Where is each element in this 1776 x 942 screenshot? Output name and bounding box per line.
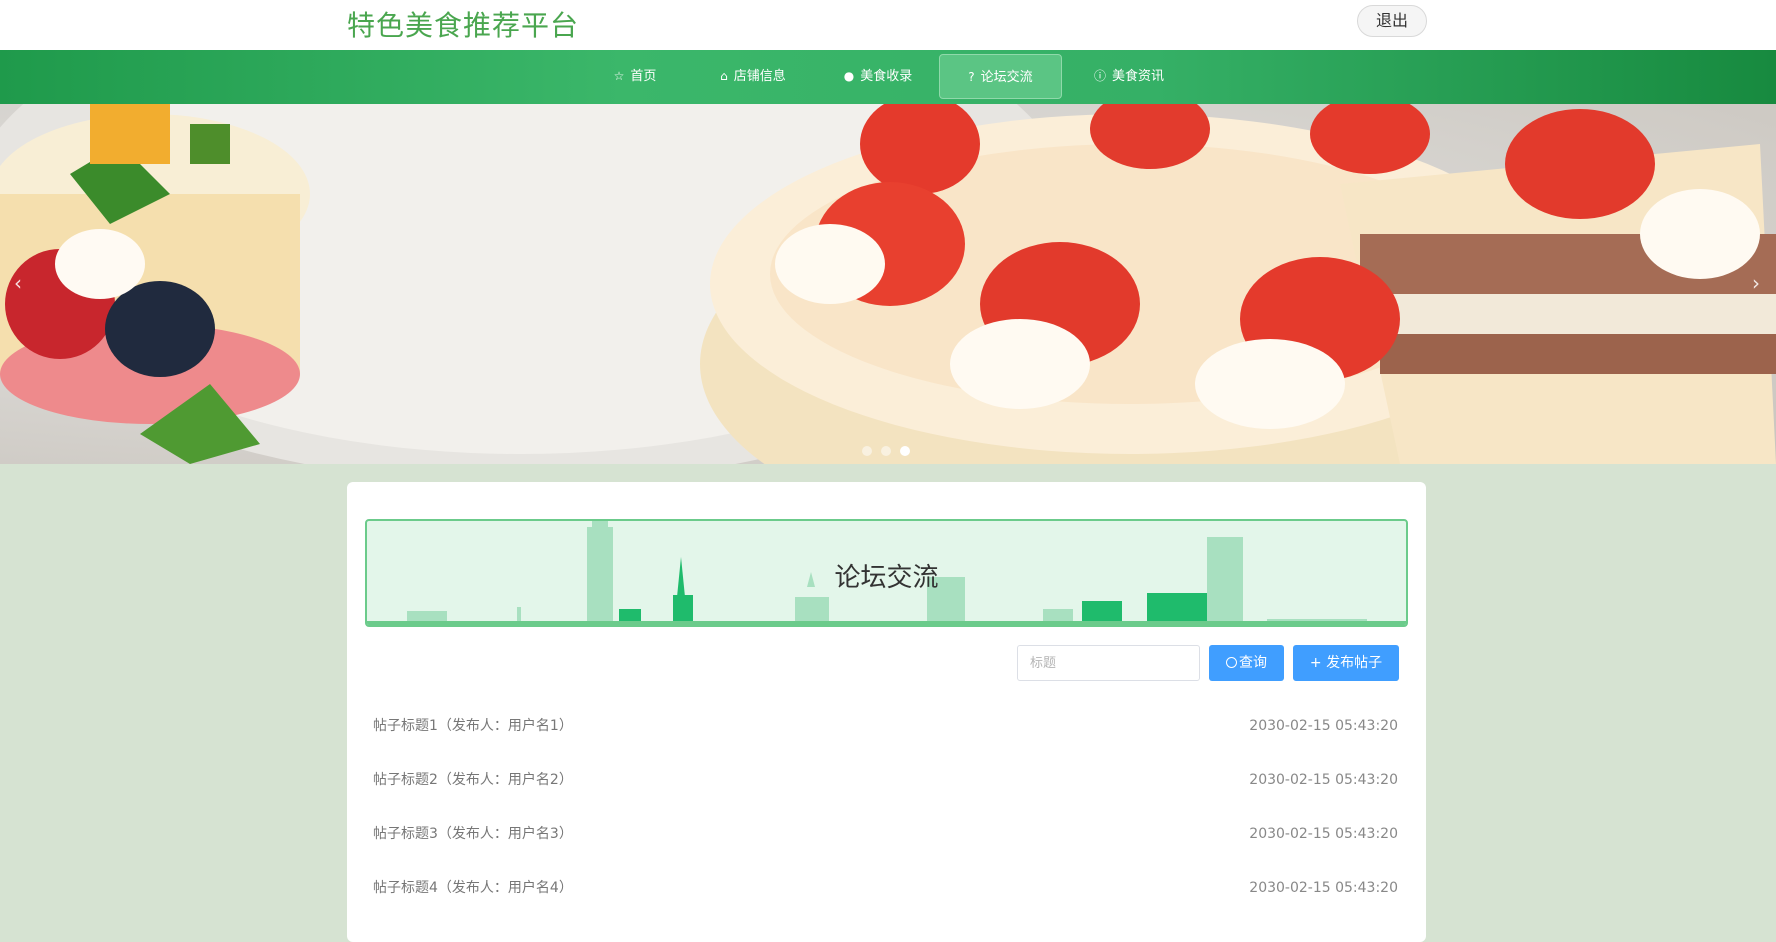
- banner-dot[interactable]: [881, 446, 891, 456]
- post-title[interactable]: 帖子标题4（发布人：用户名4）: [373, 879, 573, 897]
- banner-dot[interactable]: [862, 446, 872, 456]
- shop-icon: ⌂: [720, 69, 728, 83]
- question-circle-icon: ?: [968, 70, 975, 84]
- nav-item-forum[interactable]: ? 论坛交流: [939, 54, 1062, 99]
- post-list-item[interactable]: 帖子标题1（发布人：用户名1） 2030-02-15 05:43:20: [373, 717, 1398, 771]
- forum-card: 论坛交流 查询 + 发布帖子 帖子标题1（发布人：用户名1） 2030-02-1…: [347, 482, 1426, 942]
- post-time: 2030-02-15 05:43:20: [1249, 880, 1398, 896]
- post-title[interactable]: 帖子标题2（发布人：用户名2）: [373, 771, 573, 789]
- nav-item-food-collection[interactable]: ● 美食收录: [833, 54, 923, 99]
- post-title[interactable]: 帖子标题1（发布人：用户名1）: [373, 717, 573, 735]
- strawberry-cake-image: [0, 104, 1776, 464]
- post-list-item[interactable]: 帖子标题4（发布人：用户名4） 2030-02-15 05:43:20: [373, 879, 1398, 933]
- info-icon: ⓘ: [1093, 69, 1106, 83]
- post-title[interactable]: 帖子标题3（发布人：用户名3）: [373, 825, 573, 843]
- nav-item-label: 美食收录: [860, 69, 913, 84]
- post-time: 2030-02-15 05:43:20: [1249, 772, 1398, 788]
- nav-item-label: 美食资讯: [1112, 69, 1165, 84]
- post-list-item[interactable]: 帖子标题3（发布人：用户名3） 2030-02-15 05:43:20: [373, 825, 1398, 879]
- search-button-label: 查询: [1239, 655, 1267, 671]
- nav-item-label: 论坛交流: [980, 70, 1033, 85]
- post-list-item[interactable]: 帖子标题2（发布人：用户名2） 2030-02-15 05:43:20: [373, 771, 1398, 825]
- nav-item-label: 店铺信息: [733, 69, 786, 84]
- nav-item-food-news[interactable]: ⓘ 美食资讯: [1084, 54, 1174, 99]
- forum-header: 论坛交流: [365, 519, 1408, 627]
- star-icon: ☆: [613, 69, 625, 83]
- nav-item-shops[interactable]: ⌂ 店铺信息: [708, 54, 798, 99]
- search-icon: [1226, 657, 1237, 668]
- banner-next-arrow[interactable]: ›: [1742, 269, 1770, 297]
- banner-indicators: [862, 441, 919, 460]
- banner-prev-arrow[interactable]: ‹: [4, 269, 32, 297]
- title-search-input[interactable]: [1017, 645, 1200, 681]
- post-time: 2030-02-15 05:43:20: [1249, 718, 1398, 734]
- top-header: 特色美食推荐平台 退出: [0, 0, 1776, 50]
- post-list: 帖子标题1（发布人：用户名1） 2030-02-15 05:43:20 帖子标题…: [373, 717, 1398, 933]
- publish-post-button[interactable]: + 发布帖子: [1293, 645, 1399, 681]
- nav-item-home[interactable]: ☆ 首页: [605, 54, 665, 99]
- info-circle-icon: ●: [843, 69, 855, 83]
- banner-carousel[interactable]: ‹ ›: [0, 104, 1776, 464]
- site-title: 特色美食推荐平台: [347, 9, 580, 42]
- forum-title: 论坛交流: [834, 563, 939, 593]
- search-button[interactable]: 查询: [1209, 645, 1284, 681]
- nav-item-label: 首页: [630, 69, 657, 84]
- post-time: 2030-02-15 05:43:20: [1249, 826, 1398, 842]
- logout-button[interactable]: 退出: [1357, 5, 1427, 37]
- main-nav: ☆ 首页 ⌂ 店铺信息 ● 美食收录 ? 论坛交流 ⓘ 美食资讯: [0, 50, 1776, 104]
- banner-dot-active[interactable]: [900, 446, 910, 456]
